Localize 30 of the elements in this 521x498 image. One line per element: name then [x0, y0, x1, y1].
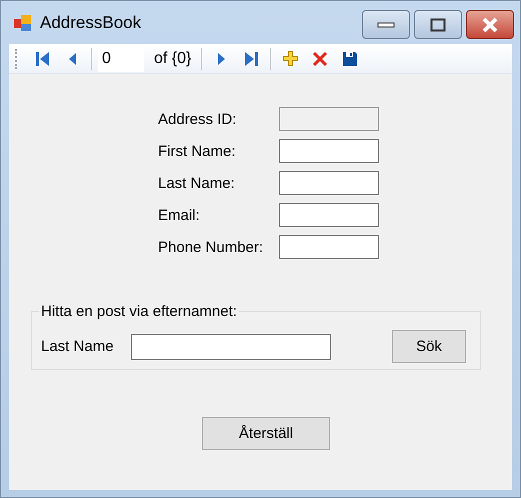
- window-title: AddressBook: [40, 12, 142, 32]
- first-icon: [36, 52, 48, 66]
- save-icon: [343, 52, 358, 66]
- text-field[interactable]: [279, 139, 379, 163]
- minimize-button[interactable]: [362, 10, 410, 39]
- maximize-icon: [430, 18, 446, 32]
- field-label: Last Name:: [158, 174, 236, 192]
- field-label: First Name:: [158, 142, 237, 160]
- text-field[interactable]: [279, 171, 379, 195]
- app-icon: [13, 12, 33, 32]
- field-label: Address ID:: [158, 110, 238, 128]
- field-label: Phone Number:: [158, 238, 264, 256]
- last-name-field[interactable]: [131, 334, 331, 360]
- text-field[interactable]: [279, 235, 379, 259]
- search-button[interactable]: Sök: [392, 330, 466, 363]
- previous-icon: [68, 52, 76, 64]
- maximize-button[interactable]: [414, 10, 462, 39]
- minimize-icon: [377, 20, 395, 28]
- text-field[interactable]: [279, 203, 379, 227]
- field-label: Email:: [158, 206, 201, 224]
- delete-icon: [313, 52, 328, 66]
- record-count: of {0}: [154, 50, 192, 68]
- next-icon: [218, 52, 225, 64]
- last-icon: [244, 52, 258, 66]
- reset-button[interactable]: Återställ: [202, 417, 330, 450]
- group-title: Hitta en post via efternamnet:: [40, 303, 238, 320]
- close-button[interactable]: [466, 10, 514, 39]
- add-icon: [282, 51, 298, 66]
- close-icon: [481, 16, 499, 32]
- field-label: Last Name: [41, 338, 115, 355]
